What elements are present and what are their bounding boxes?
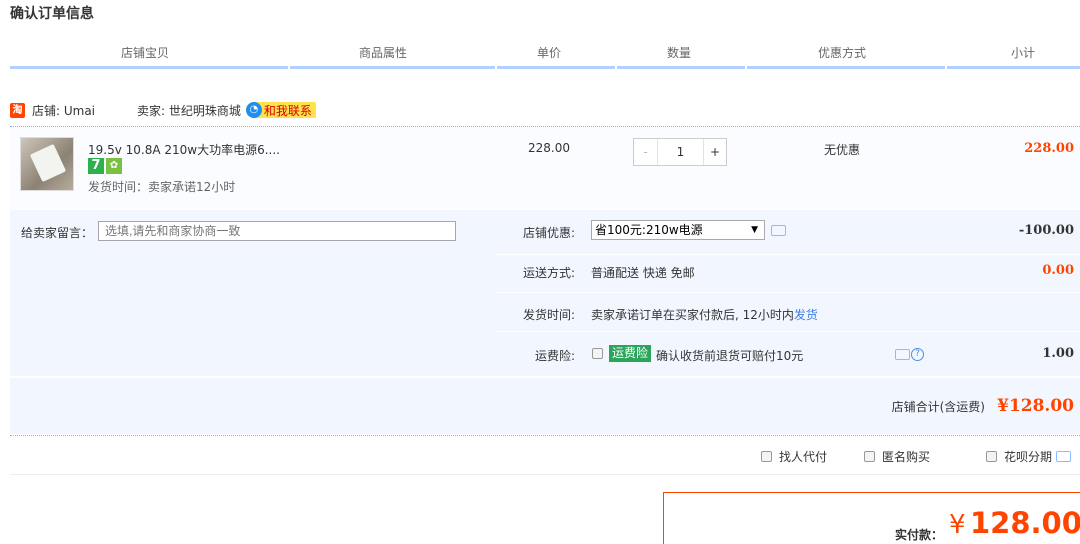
chat-bubble-icon: ◔ [245, 102, 262, 118]
delivery-promise: 卖家承诺订单在买家付款后, 12小时内发货 [591, 306, 818, 323]
insurance-label: 运费险: [534, 349, 575, 363]
service-tags: 7 ✿ [88, 158, 122, 174]
item-row [10, 127, 1080, 209]
chat-icon[interactable] [895, 349, 910, 360]
delivery-label: 发货时间: [522, 308, 575, 322]
divider [495, 254, 1080, 255]
header-subtotal: 小计 [1011, 46, 1036, 60]
taobao-icon: 淘 [10, 102, 25, 118]
checkbox[interactable] [986, 451, 997, 462]
discount-method: 无优惠 [824, 143, 861, 157]
message-input[interactable] [98, 221, 456, 241]
guarantee-icon[interactable]: ✿ [106, 158, 122, 174]
shop-discount-select[interactable]: 省100元:210w电源 ▼ [591, 220, 765, 240]
payment-currency: ¥ [949, 510, 966, 540]
contact-seller-label: 和我联系 [263, 103, 312, 118]
shop-name[interactable]: 店铺: Umai [32, 102, 95, 119]
quantity-increase-button[interactable]: + [704, 139, 726, 165]
seller-name[interactable]: 卖家: 世纪明珠商城 [137, 102, 241, 119]
ship-note: 发货时间：卖家承诺12小时 [88, 180, 236, 194]
delivery-promise-text: 卖家承诺订单在买家付款后, 12小时内 [591, 308, 794, 322]
divider [495, 292, 1080, 293]
shipping-amount: 0.00 [1042, 263, 1074, 278]
header-shop-item: 店铺宝贝 [121, 46, 170, 60]
shipping-label: 运送方式: [522, 266, 575, 280]
option-label: 找人代付 [779, 450, 828, 464]
page-title: 确认订单信息 [10, 6, 94, 22]
shop-info-row: 淘 店铺: Umai 卖家: 世纪明珠商城 ◔ 和我联系 [10, 100, 316, 120]
shipping-method: 普通配送 快递 免邮 [591, 266, 695, 280]
insurance-amount: 1.00 [1042, 346, 1074, 361]
quantity-input[interactable]: 1 [658, 139, 704, 165]
header-attributes: 商品属性 [359, 46, 408, 60]
header-divider [290, 66, 495, 69]
shop-total-label: 店铺合计(含运费) [891, 400, 985, 414]
shop-total-amount: ¥128.00 [997, 396, 1074, 416]
insurance-checkbox[interactable] [592, 348, 603, 359]
divider [495, 331, 1080, 332]
option-label: 匿名购买 [882, 450, 931, 464]
shop-discount-label: 店铺优惠: [522, 226, 575, 240]
option-huabei-installment[interactable]: 花呗分期 [986, 448, 1072, 465]
insurance-text: 确认收货前退货可赔付10元 [656, 349, 804, 363]
message-label: 给卖家留言： [21, 226, 94, 240]
header-divider [617, 66, 745, 69]
option-anonymous[interactable]: 匿名购买 [864, 448, 930, 465]
header-divider [497, 66, 615, 69]
checkbox[interactable] [761, 451, 772, 462]
payment-label: 实付款： [895, 528, 944, 542]
chat-icon[interactable] [771, 225, 786, 236]
option-pay-for-me[interactable]: 找人代付 [761, 448, 827, 465]
help-icon[interactable]: ? [911, 348, 924, 361]
dropdown-arrow-icon: ▼ [751, 225, 758, 235]
shop-discount-amount: -100.00 [1018, 223, 1074, 238]
checkbox[interactable] [864, 451, 875, 462]
divider [10, 474, 1080, 475]
quantity-decrease-button[interactable]: - [634, 139, 658, 165]
payment-amount: 128.00 [970, 506, 1080, 540]
header-divider [947, 66, 1080, 69]
header-divider [10, 66, 288, 69]
contact-seller-button[interactable]: ◔ 和我联系 [245, 102, 316, 118]
header-unit-price: 单价 [537, 46, 562, 60]
seven-day-return-icon[interactable]: 7 [88, 158, 104, 174]
unit-price: 228.00 [528, 141, 570, 155]
product-thumbnail[interactable] [20, 137, 74, 191]
item-subtotal: 228.00 [1024, 141, 1074, 156]
header-quantity: 数量 [667, 46, 692, 60]
option-label: 花呗分期 [1004, 450, 1053, 464]
header-discount: 优惠方式 [818, 46, 867, 60]
product-title[interactable]: 19.5v 10.8A 210w大功率电源6.... [88, 141, 280, 158]
insurance-badge: 运费险 [609, 345, 652, 362]
shop-discount-selected: 省100元:210w电源 [595, 223, 703, 237]
divider [10, 435, 1080, 436]
header-divider [747, 66, 945, 69]
delivery-link[interactable]: 发货 [794, 308, 818, 322]
chat-icon[interactable] [1056, 451, 1072, 462]
quantity-stepper: - 1 + [633, 138, 727, 166]
